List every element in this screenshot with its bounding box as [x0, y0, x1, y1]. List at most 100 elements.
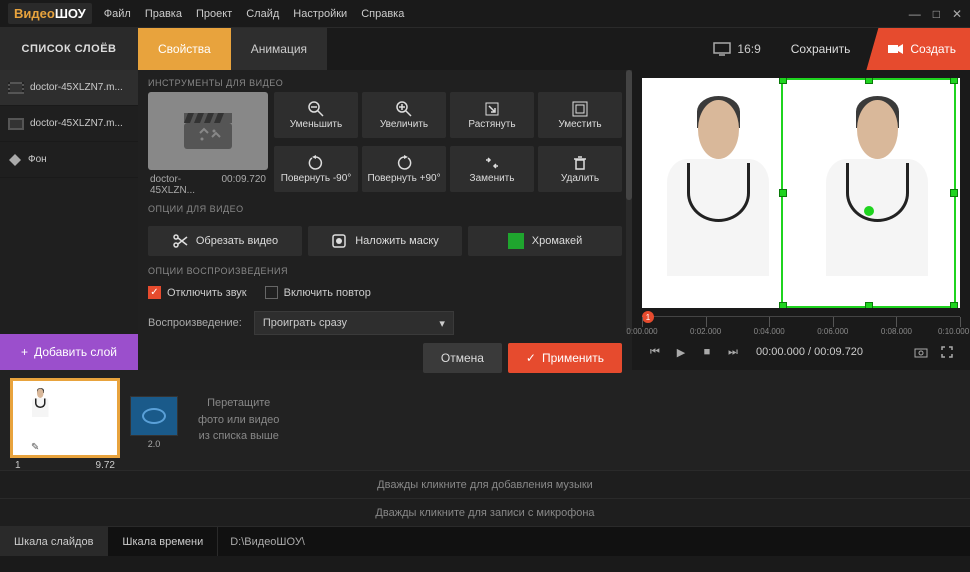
close-button[interactable]: ✕: [952, 7, 962, 21]
props-scrollbar[interactable]: [626, 70, 632, 330]
film-icon: [8, 118, 24, 130]
thumb-filename: doctor-45XLZN...: [150, 174, 222, 196]
rotate-ccw-button[interactable]: Повернуть -90°: [274, 146, 358, 192]
layers-header: СПИСОК СЛОЁВ: [0, 28, 138, 70]
playback-select[interactable]: Проиграть сразу▾: [254, 311, 454, 335]
app-logo: ВидеоШОУ: [8, 3, 92, 24]
menu-file[interactable]: Файл: [104, 8, 131, 20]
layer-label: Фон: [28, 154, 47, 165]
create-button[interactable]: Создать: [866, 28, 970, 70]
instruments-header: ИНСТРУМЕНТЫ ДЛЯ ВИДЕО: [148, 78, 622, 88]
slide-number: 1: [15, 460, 21, 471]
menu-project[interactable]: Проект: [196, 8, 232, 20]
transport-controls: ⏮ ▶ ■ ⏭ 00:00.000 / 00:09.720: [642, 338, 960, 366]
aspect-ratio[interactable]: 16:9: [699, 28, 774, 70]
audio-tracks: Дважды кликните для добавления музыки Дв…: [0, 470, 970, 526]
cancel-button[interactable]: Отмена: [423, 343, 502, 373]
rotation-handle[interactable]: [864, 206, 874, 216]
music-track[interactable]: Дважды кликните для добавления музыки: [0, 470, 970, 498]
selection-frame[interactable]: [781, 78, 956, 308]
crop-video-button[interactable]: Обрезать видео: [148, 226, 302, 256]
mic-track[interactable]: Дважды кликните для записи с микрофона: [0, 498, 970, 526]
camera-icon: [914, 346, 928, 358]
zoom-in-button[interactable]: Увеличить: [362, 92, 446, 138]
stretch-icon: [484, 101, 500, 117]
layer-item[interactable]: doctor-45XLZN7.m...: [0, 106, 138, 142]
chromakey-button[interactable]: Хромакей: [468, 226, 622, 256]
rotate-cw-button[interactable]: Повернуть +90°: [362, 146, 446, 192]
bottom-bar: Шкала слайдов Шкала времени D:\ВидеоШОУ\: [0, 526, 970, 556]
prev-button[interactable]: ⏮: [646, 343, 664, 361]
timeline-ruler[interactable]: 1 0:00.000 0:02.000 0:04.000 0:06.000 0:…: [642, 316, 960, 338]
playback-options-header: ОПЦИИ ВОСПРОИЗВЕДЕНИЯ: [148, 266, 622, 276]
slide-timeline: 1 ✎ 9.72 2.0 Перетащите фото или видео и…: [0, 370, 970, 470]
fit-button[interactable]: Уместить: [538, 92, 622, 138]
fullscreen-icon: [941, 346, 953, 358]
fullscreen-button[interactable]: [938, 343, 956, 361]
tab-properties[interactable]: Свойства: [138, 28, 231, 70]
menu-slide[interactable]: Слайд: [246, 8, 279, 20]
menu-edit[interactable]: Правка: [145, 8, 182, 20]
clapper-icon: [184, 113, 232, 149]
layers-panel: doctor-45XLZN7.m... doctor-45XLZN7.m... …: [0, 70, 138, 370]
add-layer-button[interactable]: + Добавить слой: [0, 334, 138, 370]
zoom-out-button[interactable]: Уменьшить: [274, 92, 358, 138]
chroma-swatch: [508, 233, 524, 249]
minimize-button[interactable]: —: [909, 7, 921, 21]
chevron-down-icon: ▾: [439, 317, 445, 330]
titlebar: ВидеоШОУ Файл Правка Проект Слайд Настро…: [0, 0, 970, 28]
swirl-icon: [142, 408, 166, 424]
main-menu: Файл Правка Проект Слайд Настройки Справ…: [104, 8, 405, 20]
timecode: 00:00.000 / 00:09.720: [756, 346, 863, 358]
layer-item[interactable]: Фон: [0, 142, 138, 178]
mask-button[interactable]: Наложить маску: [308, 226, 462, 256]
stop-button[interactable]: ■: [698, 343, 716, 361]
project-path: D:\ВидеоШОУ\: [218, 527, 317, 556]
menu-settings[interactable]: Настройки: [293, 8, 347, 20]
video-content: [655, 96, 782, 292]
transition-thumbnail[interactable]: 2.0: [130, 396, 178, 436]
thumb-duration: 00:09.720: [222, 174, 267, 196]
stretch-button[interactable]: Растянуть: [450, 92, 534, 138]
playhead[interactable]: 1: [642, 311, 654, 323]
tab-time-scale[interactable]: Шкала времени: [108, 527, 218, 556]
slide-thumbnail[interactable]: 1 ✎ 9.72: [10, 378, 120, 458]
menu-help[interactable]: Справка: [361, 8, 404, 20]
save-button[interactable]: Сохранить: [775, 28, 867, 70]
tab-slide-scale[interactable]: Шкала слайдов: [0, 527, 108, 556]
apply-button[interactable]: ✓Применить: [508, 343, 622, 373]
zoom-out-icon: [308, 101, 324, 117]
fit-icon: [572, 101, 588, 117]
replace-button[interactable]: Заменить: [450, 146, 534, 192]
edit-icon[interactable]: ✎: [31, 442, 39, 453]
mask-icon: [331, 233, 347, 249]
rotate-cw-icon: [396, 155, 412, 171]
play-button[interactable]: ▶: [672, 343, 690, 361]
slide-duration: 9.72: [96, 460, 115, 471]
preview-panel: 1 0:00.000 0:02.000 0:04.000 0:06.000 0:…: [632, 70, 970, 370]
layer-label: doctor-45XLZN7.m...: [30, 82, 123, 93]
video-options-header: ОПЦИИ ДЛЯ ВИДЕО: [148, 204, 622, 214]
maximize-button[interactable]: □: [933, 7, 940, 21]
next-button[interactable]: ⏭: [724, 343, 742, 361]
background-icon: [8, 153, 22, 167]
monitor-icon: [713, 42, 731, 56]
replace-icon: [484, 155, 500, 171]
drop-hint: Перетащите фото или видео из списка выше: [198, 395, 279, 445]
delete-button[interactable]: Удалить: [538, 146, 622, 192]
rotate-ccw-icon: [308, 155, 324, 171]
tab-animation[interactable]: Анимация: [231, 28, 327, 70]
trash-icon: [572, 155, 588, 171]
loop-checkbox[interactable]: Включить повтор: [265, 286, 371, 299]
transition-duration: 2.0: [148, 439, 161, 449]
preview-canvas[interactable]: [642, 78, 960, 308]
layer-item[interactable]: doctor-45XLZN7.m...: [0, 70, 138, 106]
layer-label: doctor-45XLZN7.m...: [30, 118, 123, 129]
scissors-icon: [172, 233, 188, 249]
camera-icon: [888, 43, 904, 55]
check-icon: ✓: [526, 351, 536, 365]
plus-icon: +: [21, 345, 28, 359]
snapshot-button[interactable]: [912, 343, 930, 361]
mute-checkbox[interactable]: ✓Отключить звук: [148, 286, 247, 299]
window-controls: — □ ✕: [909, 7, 962, 21]
